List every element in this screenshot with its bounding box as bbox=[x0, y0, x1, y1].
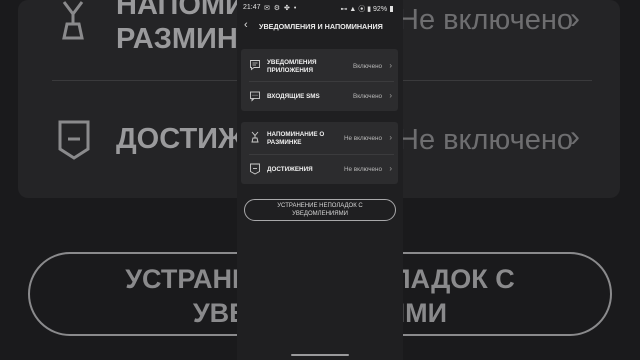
stretch-icon bbox=[62, 1, 84, 40]
troubleshoot-notifications-button[interactable]: УСТРАНЕНИЕ НЕПОЛАДОК С УВЕДОМЛЕНИЯМИ bbox=[244, 199, 396, 221]
phone-screen: 21:47 ✉ ⚙ ✤ • ⊷ ▲ ⦿ ▮ 92% ‹ УВЕДОМЛЕНИЯ … bbox=[237, 0, 403, 360]
page-title: УВЕДОМЛЕНИЯ И НАПОМИНАНИЯ bbox=[259, 22, 383, 31]
notifications-group: УВЕДОМЛЕНИЯ ПРИЛОЖЕНИЯ Включено › ВХОДЯЩ… bbox=[241, 49, 398, 111]
row-incoming-sms[interactable]: ВХОДЯЩИЕ SMS Включено › bbox=[241, 82, 398, 112]
background-chevron-icon: › bbox=[570, 2, 580, 35]
row-value: Включено bbox=[353, 63, 383, 70]
row-value: Включено bbox=[353, 93, 383, 100]
achievement-badge-icon bbox=[250, 163, 260, 175]
status-right: ⊷ ▲ ⦿ ▮ 92% bbox=[340, 4, 393, 14]
status-bar: 21:47 ✉ ⚙ ✤ • ⊷ ▲ ⦿ ▮ 92% bbox=[237, 4, 403, 14]
status-time: 21:47 bbox=[243, 4, 261, 11]
row-label: УВЕДОМЛЕНИЯ ПРИЛОЖЕНИЯ bbox=[267, 59, 317, 74]
chevron-right-icon: › bbox=[389, 91, 392, 100]
background-chevron-icon: › bbox=[570, 120, 580, 153]
back-chevron-icon[interactable]: ‹ bbox=[244, 19, 248, 31]
troubleshoot-button-label: УСТРАНЕНИЕ НЕПОЛАДОК С УВЕДОМЛЕНИЯМИ bbox=[277, 203, 363, 217]
chevron-right-icon: › bbox=[389, 61, 392, 70]
battery-icon bbox=[390, 6, 393, 12]
background-row2-value: Не включено bbox=[398, 124, 573, 156]
row-achievements[interactable]: ДОСТИЖЕНИЯ Не включено › bbox=[241, 155, 398, 185]
achievement-badge-icon bbox=[58, 120, 90, 160]
home-indicator[interactable] bbox=[291, 354, 349, 356]
stretch-icon bbox=[251, 131, 259, 143]
chevron-right-icon: › bbox=[389, 164, 392, 173]
row-label: ВХОДЯЩИЕ SMS bbox=[267, 93, 320, 100]
row-value: Не включено bbox=[344, 166, 382, 173]
row-stretch-reminder[interactable]: НАПОМИНАНИЕ О РАЗМИНКЕ Не включено › bbox=[241, 123, 398, 153]
background-row1-value: Не включено bbox=[398, 4, 573, 36]
row-label: ДОСТИЖЕНИЯ bbox=[267, 166, 313, 173]
chevron-right-icon: › bbox=[389, 133, 392, 142]
row-label: НАПОМИНАНИЕ О РАЗМИНКЕ bbox=[267, 131, 325, 146]
header: ‹ УВЕДОМЛЕНИЯ И НАПОМИНАНИЯ bbox=[237, 18, 403, 36]
notification-icons: ✉ ⚙ ✤ • bbox=[264, 5, 298, 12]
row-value: Не включено bbox=[344, 135, 382, 142]
message-icon bbox=[250, 60, 260, 71]
reminders-group: НАПОМИНАНИЕ О РАЗМИНКЕ Не включено › ДОС… bbox=[241, 122, 398, 184]
sms-icon bbox=[250, 91, 260, 102]
battery-percent: 92% bbox=[373, 6, 388, 13]
signal-icons: ⊷ ▲ ⦿ ▮ bbox=[340, 6, 372, 13]
row-app-notifications[interactable]: УВЕДОМЛЕНИЯ ПРИЛОЖЕНИЯ Включено › bbox=[241, 50, 398, 80]
